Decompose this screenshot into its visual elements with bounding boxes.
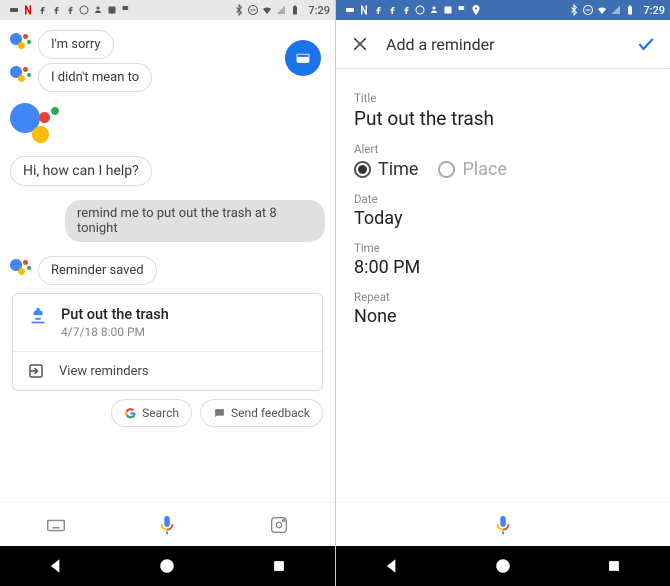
netflix-icon <box>358 4 370 16</box>
inbox-fab[interactable] <box>285 40 321 76</box>
assistant-input-bar <box>336 502 670 546</box>
close-icon[interactable] <box>350 34 370 54</box>
recents-icon[interactable] <box>605 557 623 575</box>
date-value: Today <box>354 208 652 229</box>
alert-place-label: Place <box>462 159 507 180</box>
user-bubble: remind me to put out the trash at 8 toni… <box>65 200 325 242</box>
recents-icon[interactable] <box>270 557 288 575</box>
flag-icon <box>120 4 132 16</box>
reminder-title: Put out the trash <box>61 306 169 323</box>
alert-field: Alert Time Place <box>354 142 652 180</box>
date-label: Date <box>354 192 652 206</box>
assistant-avatar-large-icon <box>10 100 60 150</box>
repeat-value: None <box>354 306 652 327</box>
app-icon <box>414 4 426 16</box>
app-icon-3 <box>106 4 118 16</box>
alert-time-radio[interactable]: Time <box>354 159 418 180</box>
title-value: Put out the trash <box>354 107 652 130</box>
phone-left: 7:29 I'm sorry I didn't mean to Hi, how … <box>0 0 335 586</box>
mic-icon[interactable] <box>156 514 178 536</box>
google-g-icon <box>124 407 137 420</box>
feedback-chip-label: Send feedback <box>231 406 310 420</box>
view-reminders-icon <box>27 362 45 380</box>
confirm-check-icon[interactable] <box>636 34 656 54</box>
header-title: Add a reminder <box>386 35 620 54</box>
android-nav-bar <box>0 546 335 586</box>
location-icon <box>470 4 482 16</box>
cell-icon <box>275 4 287 16</box>
bluetooth-icon <box>233 4 245 16</box>
feedback-chip[interactable]: Send feedback <box>200 399 323 427</box>
assistant-avatar-icon <box>10 30 32 52</box>
fb-icon-2 <box>50 4 62 16</box>
conversation: I'm sorry I didn't mean to Hi, how can I… <box>0 20 335 502</box>
assistant-avatar-icon <box>10 63 32 85</box>
app-icon-2 <box>92 4 104 16</box>
fb-icon-3 <box>64 4 76 16</box>
mic-icon[interactable] <box>492 514 514 536</box>
home-icon[interactable] <box>158 557 176 575</box>
reminder-card[interactable]: Put out the trash 4/7/18 8:00 PM View re… <box>12 293 323 391</box>
assistant-bubble: I'm sorry <box>38 30 114 59</box>
time-field[interactable]: Time 8:00 PM <box>354 241 652 278</box>
reminder-form: Title Put out the trash Alert Time Place <box>336 69 670 502</box>
lens-icon[interactable] <box>268 514 290 536</box>
fb-icon-3 <box>400 4 412 16</box>
title-field[interactable]: Title Put out the trash <box>354 91 652 130</box>
app-icon <box>78 4 90 16</box>
fb-icon <box>372 4 384 16</box>
reminder-datetime: 4/7/18 8:00 PM <box>61 325 169 339</box>
view-reminders-label: View reminders <box>59 364 149 379</box>
assistant-greeting: Hi, how can I help? <box>10 156 152 186</box>
status-bar: 7:29 <box>336 0 670 20</box>
inbox-icon <box>294 49 312 67</box>
netflix-icon <box>22 4 34 16</box>
assistant-input-bar <box>0 502 335 546</box>
wifi-icon <box>596 4 608 16</box>
phone-right: 7:29 Add a reminder Title Put out the tr… <box>335 0 670 586</box>
date-field[interactable]: Date Today <box>354 192 652 229</box>
battery-icon <box>289 4 301 16</box>
cell-icon <box>610 4 622 16</box>
alert-time-label: Time <box>378 159 418 180</box>
view-reminders-button[interactable]: View reminders <box>13 351 322 390</box>
app-icon-2 <box>428 4 440 16</box>
repeat-field[interactable]: Repeat None <box>354 290 652 327</box>
flag-icon <box>456 4 468 16</box>
search-chip[interactable]: Search <box>111 399 192 427</box>
back-icon[interactable] <box>383 557 401 575</box>
dnd-icon <box>247 4 259 16</box>
time-value: 8:00 PM <box>354 257 652 278</box>
home-icon[interactable] <box>494 557 512 575</box>
status-time: 7:29 <box>308 4 330 17</box>
status-bar: 7:29 <box>0 0 335 20</box>
keyboard-icon[interactable] <box>45 514 67 536</box>
time-label: Time <box>354 241 652 255</box>
reminder-icon <box>27 306 49 328</box>
assistant-bubble: I didn't mean to <box>38 63 152 92</box>
wifi-icon <box>261 4 273 16</box>
back-icon[interactable] <box>47 557 65 575</box>
feedback-icon <box>213 407 226 420</box>
bluetooth-icon <box>568 4 580 16</box>
alert-place-radio[interactable]: Place <box>438 159 507 180</box>
assistant-avatar-icon <box>10 256 32 278</box>
app-icon-3 <box>442 4 454 16</box>
notif-icon <box>8 4 20 16</box>
alert-label: Alert <box>354 142 652 156</box>
search-chip-label: Search <box>142 406 179 420</box>
battery-icon <box>624 4 636 16</box>
android-nav-bar <box>336 546 670 586</box>
notif-icon <box>344 4 356 16</box>
dnd-icon <box>582 4 594 16</box>
fb-icon-2 <box>386 4 398 16</box>
assistant-bubble: Reminder saved <box>38 256 157 285</box>
fb-icon <box>36 4 48 16</box>
form-header: Add a reminder <box>336 20 670 68</box>
status-time: 7:29 <box>643 4 665 17</box>
repeat-label: Repeat <box>354 290 652 304</box>
title-label: Title <box>354 91 652 105</box>
